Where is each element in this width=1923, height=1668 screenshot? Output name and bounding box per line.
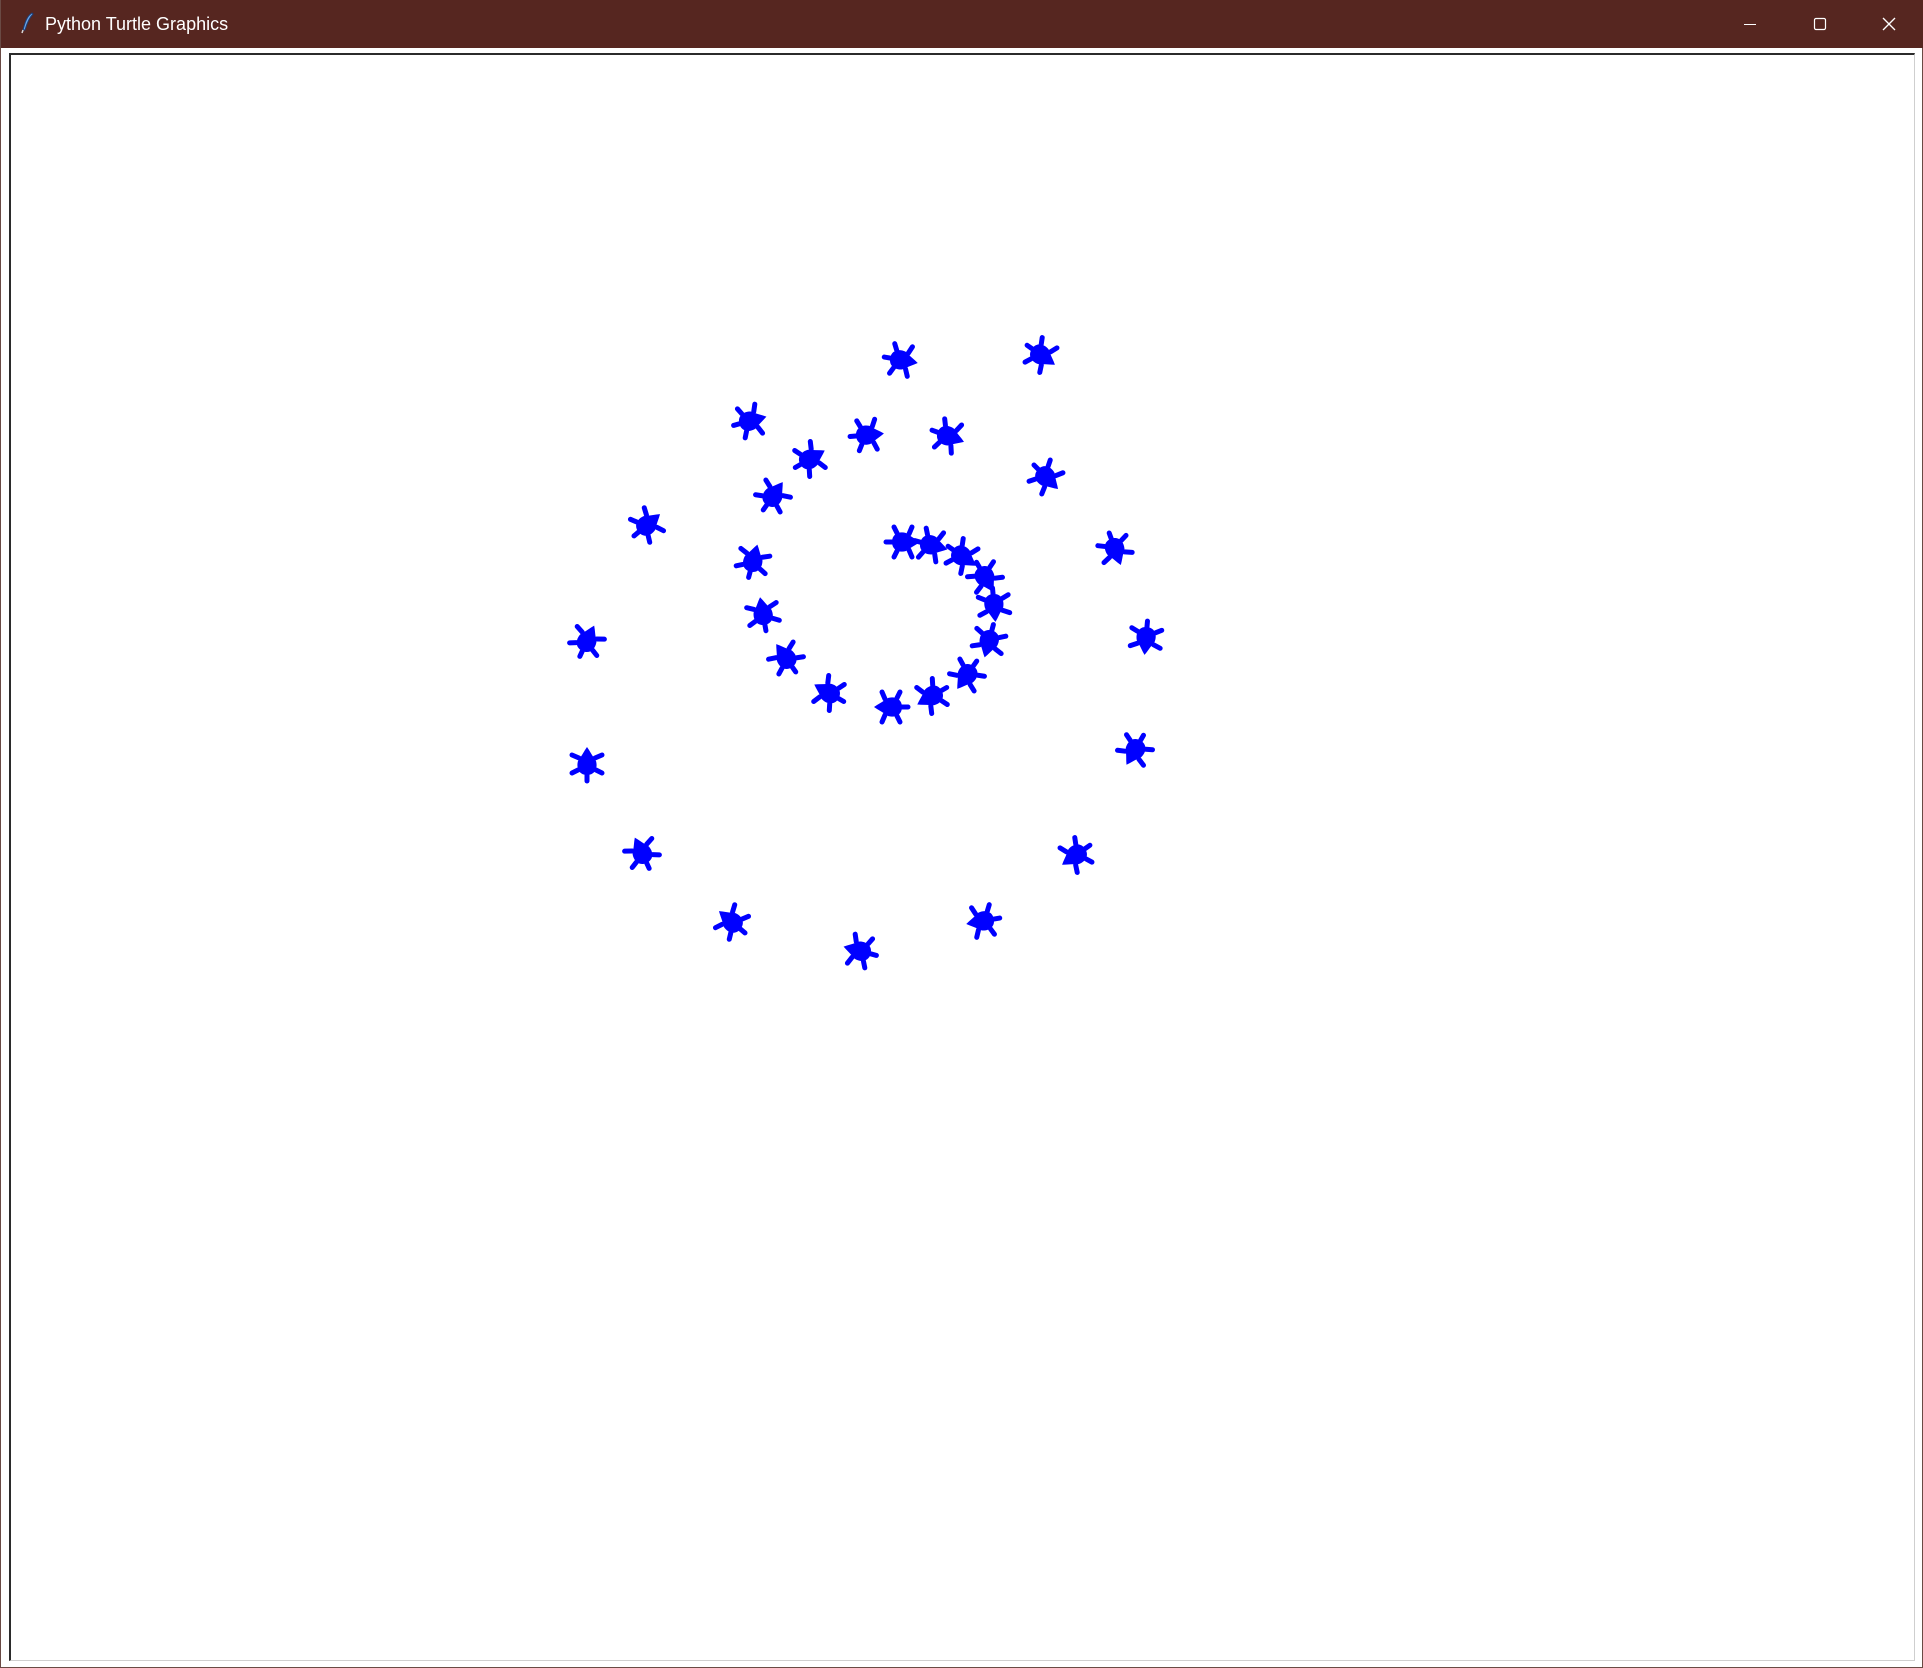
turtle-stamp: [792, 439, 828, 479]
minimize-icon: [1744, 24, 1756, 25]
turtle-canvas[interactable]: [9, 53, 1915, 1661]
turtle-stamp: [847, 416, 884, 454]
feather-icon: [20, 12, 36, 34]
turtle-stamp: [731, 401, 767, 441]
turtle-stamp: [912, 525, 948, 565]
turtle-stamp-layer: [567, 335, 1165, 971]
turtle-stamp: [627, 505, 667, 545]
close-icon: [1882, 17, 1896, 31]
turtle-stamp: [1022, 335, 1060, 375]
maximize-button[interactable]: [1785, 0, 1855, 48]
turtle-stamp: [914, 676, 950, 716]
turtle-stamp: [1026, 457, 1066, 497]
close-button[interactable]: [1854, 0, 1923, 48]
maximize-icon: [1813, 17, 1827, 31]
turtle-stamp: [744, 597, 782, 634]
turtle-stamp: [753, 477, 793, 515]
turtle-stamp: [569, 747, 605, 784]
turtle-stamp: [733, 544, 773, 580]
turtle-stamp: [712, 902, 752, 942]
minimize-button[interactable]: [1715, 0, 1785, 48]
turtle-stamp: [881, 341, 918, 379]
turtle-stamp: [766, 639, 806, 677]
turtle-stamp: [969, 622, 1009, 658]
title-bar[interactable]: Python Turtle Graphics: [1, 0, 1923, 48]
turtle-stamp: [929, 416, 965, 456]
turtle-stamp: [1095, 530, 1135, 566]
turtle-window: Python Turtle Graphics: [0, 0, 1923, 1668]
turtle-stamp: [1057, 835, 1095, 875]
turtle-stamp: [1127, 618, 1165, 655]
turtle-stamp: [966, 902, 1003, 940]
turtle-stamp: [811, 673, 847, 713]
turtle-stamp: [947, 656, 987, 694]
turtle-stamp: [843, 931, 879, 971]
turtle-stamp: [622, 836, 662, 871]
turtle-stamp: [874, 689, 911, 725]
turtle-stamp: [975, 585, 1013, 622]
window-title: Python Turtle Graphics: [45, 14, 229, 34]
turtle-stamp: [1115, 732, 1155, 768]
turtle-stamp: [567, 624, 607, 659]
